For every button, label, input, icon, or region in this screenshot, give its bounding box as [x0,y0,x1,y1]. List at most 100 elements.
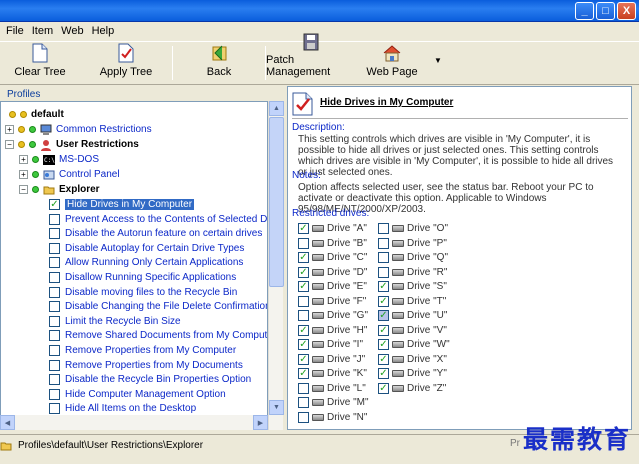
drive-checkbox[interactable] [298,353,309,365]
drive-checkbox[interactable] [378,223,389,234]
tree-item-checkbox[interactable] [49,272,60,283]
drive-option[interactable]: Drive "Z" [378,382,446,395]
drive-option[interactable]: Drive "M" [298,396,369,409]
patch-management-button[interactable]: Patch Management [266,33,356,84]
tree-node-explorer[interactable]: − Explorer [19,182,100,197]
drive-option[interactable]: Drive "F" [298,295,366,308]
expand-icon[interactable]: + [19,170,28,179]
tree-item[interactable]: Hide Computer Management Option [49,387,226,402]
tree-item[interactable]: Disable the Autorun feature on certain d… [49,226,262,241]
tree-item-checkbox[interactable] [49,330,60,342]
drive-checkbox[interactable] [298,324,309,336]
tree-item-checkbox[interactable] [49,286,60,298]
tree-item[interactable]: Limit the Recycle Bin Size [49,314,181,329]
scroll-right-icon[interactable]: ▶ [253,415,268,430]
drive-checkbox[interactable] [378,324,389,336]
tree-vertical-scrollbar[interactable]: ▲ ▼ [268,101,284,430]
drive-checkbox[interactable] [298,368,309,379]
expand-icon[interactable]: + [19,155,28,164]
drive-checkbox[interactable] [298,382,309,394]
tree-item-checkbox[interactable] [49,228,60,240]
drive-option[interactable]: Drive "E" [298,280,367,293]
tree-item[interactable]: Disallow Running Specific Applications [49,270,236,285]
drive-checkbox[interactable] [298,252,309,263]
tree-node-user-restrictions[interactable]: − User Restrictions [5,137,139,152]
drive-checkbox[interactable] [378,368,389,379]
drive-checkbox[interactable] [298,310,309,321]
apply-tree-button[interactable]: Apply Tree [80,42,172,84]
drive-option[interactable]: Drive "H" [298,324,367,337]
drive-checkbox[interactable] [298,339,309,350]
collapse-icon[interactable]: − [19,185,28,194]
scroll-left-icon[interactable]: ◀ [0,415,15,430]
drive-checkbox[interactable] [378,353,389,365]
drive-option[interactable]: Drive "W" [378,338,450,351]
toolbar-dropdown-arrow-icon[interactable]: ▼ [434,56,442,84]
tree-item[interactable]: Disable Changing the File Delete Confirm… [49,299,267,314]
tree-node-default[interactable]: default [9,107,64,122]
collapse-icon[interactable]: − [5,140,14,149]
tree-item-checkbox[interactable] [49,345,60,356]
tree-item[interactable]: Hide Drives in My Computer [49,197,195,212]
drive-option[interactable]: Drive "N" [298,411,367,424]
drive-checkbox[interactable] [298,266,309,278]
tree-item-checkbox[interactable] [49,213,60,225]
tree-item[interactable]: Disable the Recycle Bin Properties Optio… [49,372,251,387]
tree-item[interactable]: Disable Autoplay for Certain Drive Types [49,241,244,256]
clear-tree-button[interactable]: Clear Tree [0,42,80,84]
scroll-down-icon[interactable]: ▼ [269,400,284,415]
tree-horizontal-scrollbar[interactable]: ◀ ▶ [0,415,268,430]
tree-item[interactable]: Disable moving files to the Recycle Bin [49,285,237,300]
expand-icon[interactable]: + [5,125,14,134]
tree-item-checkbox[interactable] [49,199,60,210]
drive-option[interactable]: Drive "Q" [378,251,448,264]
menu-file[interactable]: File [2,25,28,37]
drive-option[interactable]: Drive "V" [378,324,447,337]
drive-checkbox[interactable] [298,397,309,408]
drive-checkbox[interactable] [378,295,389,307]
tree-item-checkbox[interactable] [49,315,60,327]
web-page-button[interactable]: Web Page [356,42,428,84]
tree-item-checkbox[interactable] [49,359,60,371]
drive-option[interactable]: Drive "I" [298,338,363,351]
drive-option[interactable]: Drive "S" [378,280,447,293]
menu-help[interactable]: Help [88,25,119,37]
drive-checkbox[interactable] [298,281,309,292]
drive-checkbox[interactable] [378,382,389,394]
drive-checkbox[interactable] [298,295,309,307]
drive-option[interactable]: Drive "T" [378,295,446,308]
tree-item[interactable]: Prevent Access to the Contents of Select… [49,212,267,227]
scroll-thumb[interactable] [269,117,284,287]
drive-checkbox[interactable] [378,339,389,350]
drive-option[interactable]: Drive "L" [298,382,366,395]
close-button[interactable]: X [617,2,636,20]
drive-checkbox[interactable] [378,266,389,278]
tree-item-checkbox[interactable] [49,374,60,386]
scroll-up-icon[interactable]: ▲ [269,101,284,116]
drive-option[interactable]: Drive "P" [378,237,447,250]
menu-web[interactable]: Web [57,25,87,37]
drive-option[interactable]: Drive "Y" [378,367,447,380]
drive-option[interactable]: Drive "R" [378,266,447,279]
drive-option[interactable]: Drive "O" [378,222,448,235]
drive-checkbox[interactable] [378,252,389,263]
tree-item-checkbox[interactable] [49,388,60,400]
back-button[interactable]: Back [173,42,265,84]
drive-checkbox[interactable] [298,237,309,249]
tree-node-msdos[interactable]: + C:\ MS-DOS [19,152,99,167]
drive-checkbox[interactable] [298,223,309,234]
drive-checkbox[interactable] [298,411,309,423]
tree-node-control-panel[interactable]: + Control Panel [19,167,120,182]
drive-option[interactable]: Drive "C" [298,251,367,264]
drive-checkbox[interactable] [378,310,389,321]
profiles-tree[interactable]: default + Common Restrictions − User Res… [0,101,268,430]
drive-option[interactable]: Drive "X" [378,353,447,366]
tree-item[interactable]: Allow Running Only Certain Applications [49,255,243,270]
drive-option[interactable]: Drive "J" [298,353,365,366]
tree-node-common-restrictions[interactable]: + Common Restrictions [5,122,152,137]
drive-option[interactable]: Drive "A" [298,222,367,235]
menu-item[interactable]: Item [28,25,57,37]
drive-option[interactable]: Drive "K" [298,367,367,380]
drive-option[interactable]: Drive "U" [378,309,447,322]
tree-item[interactable]: Remove Properties from My Computer [49,343,236,358]
